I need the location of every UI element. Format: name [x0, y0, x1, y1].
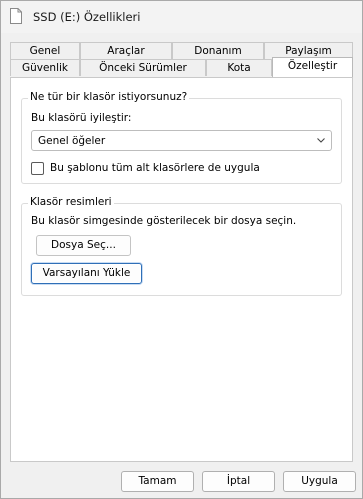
folder-pictures-legend: Klasör resimleri: [28, 196, 114, 208]
folder-pictures-description: Bu klasör simgesinde gösterilecek bir do…: [31, 215, 297, 227]
tab-label: Paylaşım: [285, 45, 332, 57]
restore-default-button[interactable]: Varsayılanı Yükle: [31, 263, 142, 284]
chevron-down-icon: [316, 135, 326, 145]
optimize-label: Bu klasörü iyileştir:: [31, 112, 132, 124]
apply-template-label: Bu şablonu tüm alt klasörlere de uygula: [50, 162, 260, 174]
tab-row-lower: Güvenlik Önceki Sürümler Kota Özelleştir: [10, 57, 353, 77]
tab-tools[interactable]: Araçlar: [80, 42, 172, 59]
customize-panel: Ne tür bir klasör istiyorsunuz? Bu klasö…: [10, 77, 353, 462]
tab-label: Donanım: [194, 45, 242, 57]
properties-dialog: SSD (E:) Özellikleri Genel Araçlar Donan…: [0, 0, 363, 499]
ok-button[interactable]: Tamam: [121, 471, 194, 492]
choose-file-button[interactable]: Dosya Seç...: [36, 235, 131, 256]
tab-customize[interactable]: Özelleştir: [272, 57, 353, 77]
apply-template-checkbox[interactable]: [31, 162, 44, 175]
tab-hardware[interactable]: Donanım: [172, 42, 264, 59]
title-bar[interactable]: SSD (E:) Özellikleri: [1, 1, 362, 33]
optimize-select[interactable]: Genel öğeler: [31, 130, 332, 151]
optimize-select-value: Genel öğeler: [38, 135, 106, 147]
tab-label: Güvenlik: [21, 62, 69, 74]
tab-label: Araçlar: [107, 45, 145, 57]
tab-quota[interactable]: Kota: [206, 59, 272, 76]
tab-general[interactable]: Genel: [10, 42, 80, 59]
folder-type-legend: Ne tür bir klasör istiyorsunuz?: [28, 91, 190, 103]
folder-pictures-group: Klasör resimleri Bu klasör simgesinde gö…: [21, 196, 342, 296]
tab-label: Genel: [29, 45, 61, 57]
cancel-button[interactable]: İptal: [202, 471, 275, 492]
tab-previous-versions[interactable]: Önceki Sürümler: [80, 59, 206, 76]
document-icon: [10, 8, 22, 24]
apply-button[interactable]: Uygula: [283, 471, 356, 492]
tab-label: Özelleştir: [287, 60, 338, 72]
tab-security[interactable]: Güvenlik: [10, 59, 80, 76]
folder-type-group: Ne tür bir klasör istiyorsunuz? Bu klasö…: [21, 91, 342, 184]
window-title: SSD (E:) Özellikleri: [33, 10, 141, 24]
tab-label: Önceki Sürümler: [99, 62, 187, 74]
tab-label: Kota: [227, 62, 251, 74]
